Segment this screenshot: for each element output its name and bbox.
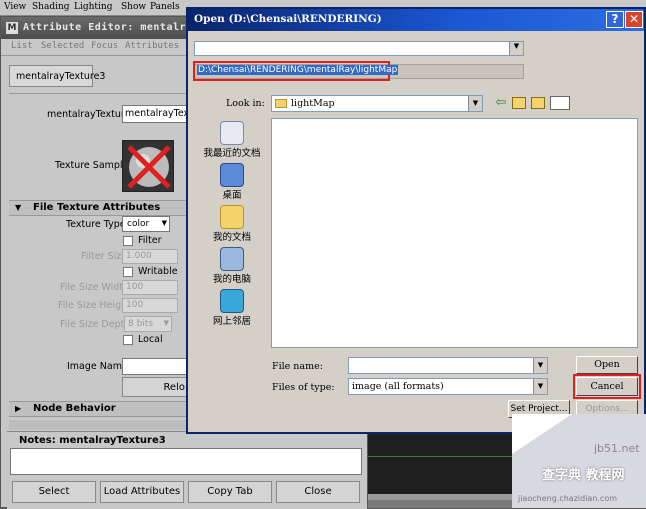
- ae-menu-list[interactable]: List: [11, 41, 33, 51]
- node-behavior-section[interactable]: ▶ Node Behavior: [9, 401, 187, 417]
- help-icon: ?: [611, 12, 619, 26]
- texture-sample-swatch-icon[interactable]: [122, 140, 174, 192]
- load-attributes-button[interactable]: Load Attributes: [100, 481, 184, 503]
- file-size-depth-label: File Size Depth: [60, 319, 131, 330]
- cancel-button[interactable]: Cancel: [576, 377, 638, 396]
- files-of-type-label: Files of type:: [272, 382, 335, 393]
- texture-type-dropdown[interactable]: color ▼: [122, 216, 170, 232]
- local-label: Local: [138, 334, 163, 345]
- my-documents-icon: [220, 205, 244, 229]
- menu-shading[interactable]: Shading: [32, 2, 70, 12]
- dialog-titlebar[interactable]: Open (D:\Chensai\RENDERING) ? ✕: [188, 9, 644, 31]
- up-folder-icon[interactable]: [512, 97, 526, 109]
- dropdown-arrow-icon: ▼: [163, 319, 169, 327]
- file-size-height-label: File Size Height: [58, 300, 131, 311]
- tab-mentalraytexture3[interactable]: mentalrayTexture3: [9, 65, 105, 87]
- file-size-width-field[interactable]: 100: [122, 280, 178, 295]
- dialog-close-button[interactable]: ✕: [625, 11, 643, 28]
- copy-tab-button[interactable]: Copy Tab: [188, 481, 272, 503]
- current-path[interactable]: D:\Chensai\RENDERING\mentalRay\lightMap: [197, 65, 399, 75]
- file-size-depth-dropdown[interactable]: 8 bits ▼: [124, 316, 172, 332]
- watermark-url: jiaocheng.chazidian.com: [518, 494, 618, 503]
- watermark: jb51.net 查字典 教程网 jiaocheng.chazidian.com: [512, 414, 646, 508]
- filter-size-field[interactable]: 1.000: [122, 249, 178, 264]
- reload-button[interactable]: Relo: [122, 377, 188, 397]
- view-menu-icon[interactable]: [550, 96, 570, 110]
- file-list[interactable]: [271, 118, 638, 348]
- texture-type-label: Texture Type: [66, 219, 126, 230]
- help-button[interactable]: ?: [606, 11, 624, 28]
- open-file-dialog: Open (D:\Chensai\RENDERING) ? ✕ ▼ D:\Che…: [186, 7, 646, 434]
- image-name-field[interactable]: [122, 358, 188, 375]
- files-of-type-dropdown[interactable]: image (all formats) ▼: [348, 378, 548, 395]
- place-desktop[interactable]: 桌面: [194, 163, 270, 201]
- maya-logo-icon: M: [6, 22, 18, 34]
- expand-arrow-icon: ▶: [15, 404, 22, 413]
- ae-menu-selected[interactable]: Selected: [41, 41, 84, 51]
- file-size-height-field[interactable]: 100: [122, 298, 178, 313]
- texture-name-label: mentalrayTexture:: [47, 109, 134, 120]
- filter-label: Filter: [138, 235, 162, 246]
- ae-menu-attributes[interactable]: Attributes: [125, 41, 179, 51]
- file-name-input[interactable]: ▼: [348, 357, 548, 374]
- maya-timeline: [368, 434, 512, 494]
- notes-label: Notes: mentalrayTexture3: [19, 435, 166, 446]
- watermark-text: 查字典 教程网: [542, 468, 625, 483]
- notes-textarea[interactable]: [10, 448, 362, 475]
- place-recent[interactable]: 我最近的文档: [194, 121, 270, 159]
- watermark-site: jb51.net: [594, 442, 640, 455]
- places-bar: 我最近的文档 桌面 我的文档 我的电脑 网上邻居: [194, 117, 270, 337]
- open-button[interactable]: Open: [576, 356, 638, 374]
- dropdown-arrow-icon: ▼: [161, 219, 167, 227]
- new-folder-icon[interactable]: [531, 97, 545, 109]
- writable-label: Writable: [138, 266, 178, 277]
- menu-view[interactable]: View: [4, 2, 26, 12]
- path-highlight-box: D:\Chensai\RENDERING\mentalRay\lightMap: [193, 61, 399, 81]
- place-my-computer[interactable]: 我的电脑: [194, 247, 270, 285]
- recent-documents-icon: [220, 121, 244, 145]
- filter-checkbox[interactable]: [123, 236, 133, 246]
- close-button[interactable]: Close: [276, 481, 360, 503]
- menu-lighting[interactable]: Lighting: [74, 2, 112, 12]
- network-places-icon: [220, 289, 244, 313]
- texture-name-field[interactable]: mentalrayTexture3: [122, 105, 192, 123]
- dropdown-arrow-icon: ▼: [533, 379, 547, 394]
- select-button[interactable]: Select: [12, 481, 96, 503]
- file-size-width-label: File Size Width: [60, 282, 130, 293]
- writable-checkbox[interactable]: [123, 267, 133, 277]
- my-computer-icon: [220, 247, 244, 271]
- look-in-label: Look in:: [226, 98, 265, 109]
- menu-panels[interactable]: Panels: [150, 2, 180, 12]
- back-icon[interactable]: ⇦: [494, 96, 508, 110]
- place-my-documents[interactable]: 我的文档: [194, 205, 270, 243]
- ae-menu-focus[interactable]: Focus: [91, 41, 118, 51]
- image-name-label: Image Name: [67, 361, 128, 372]
- menu-show[interactable]: Show: [121, 2, 146, 12]
- dropdown-arrow-icon: ▼: [509, 42, 523, 55]
- texture-sample-label: Texture Sample: [55, 160, 129, 171]
- folder-icon: [275, 99, 287, 108]
- file-name-label: File name:: [272, 361, 323, 372]
- close-icon: ✕: [628, 12, 640, 26]
- dropdown-arrow-icon: ▼: [533, 358, 547, 373]
- desktop-icon: [220, 163, 244, 187]
- history-combo[interactable]: ▼: [194, 41, 524, 56]
- local-checkbox[interactable]: [123, 335, 133, 345]
- filter-size-label: Filter Size: [81, 251, 128, 262]
- collapse-arrow-icon: ▼: [15, 203, 22, 212]
- notes-panel: Notes: mentalrayTexture3 Select Load Att…: [7, 431, 367, 509]
- tab-label: mentalrayTexture3: [16, 71, 106, 82]
- look-in-dropdown[interactable]: lightMap ▼: [271, 95, 483, 112]
- place-network[interactable]: 网上邻居: [194, 289, 270, 327]
- dropdown-arrow-icon: ▼: [468, 96, 482, 111]
- dialog-title: Open (D:\Chensai\RENDERING): [194, 13, 382, 25]
